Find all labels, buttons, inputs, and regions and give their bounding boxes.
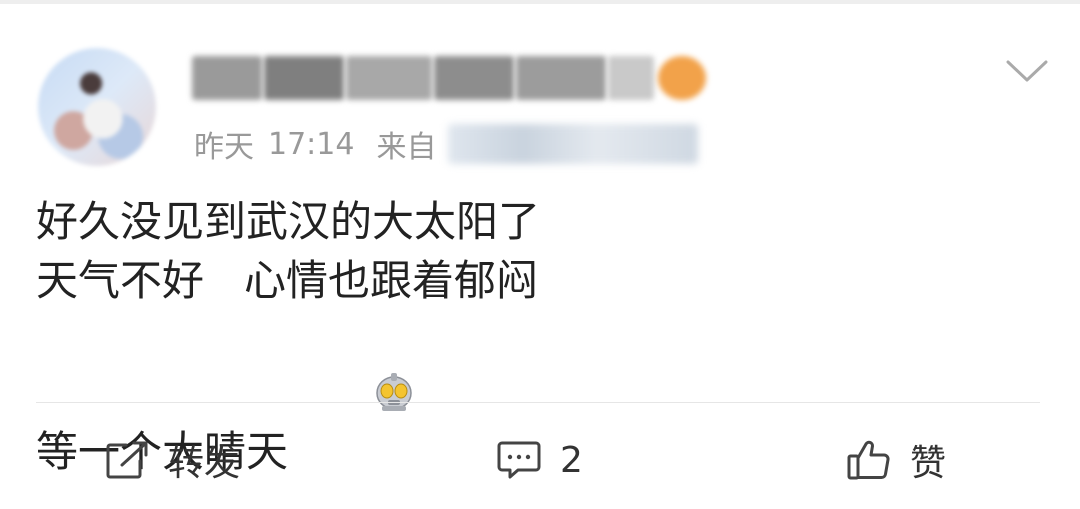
post-source-prefix: 来自	[376, 130, 437, 165]
post-meta: 昨天 17:14 来自	[194, 122, 436, 166]
comment-count: 2	[560, 439, 583, 481]
comment-button[interactable]: 2	[496, 432, 583, 488]
repost-label: 转发	[168, 443, 241, 484]
username[interactable]: ████████████	[192, 56, 712, 100]
post-source-obscured[interactable]	[448, 124, 698, 164]
username-blur-block	[516, 56, 606, 100]
robot-emoji-icon	[292, 310, 412, 411]
post-text-line: 天气不好 心情也跟着郁闷	[36, 256, 539, 305]
username-blur-block	[658, 56, 706, 100]
post-text-line: 好久没见到武汉的大太阳了	[36, 197, 541, 246]
post-time: 17:14	[268, 126, 355, 162]
avatar[interactable]	[38, 48, 156, 166]
post-text: 好久没见到武汉的大太阳了 天气不好 心情也跟着郁闷 等一个大晴天	[36, 192, 936, 476]
like-button[interactable]: 赞	[846, 432, 946, 488]
username-blur-block	[608, 56, 654, 100]
like-label: 赞	[910, 443, 947, 484]
username-blur-block	[264, 56, 344, 100]
repost-icon	[104, 439, 150, 481]
username-blur-block	[434, 56, 514, 100]
thumbs-up-icon	[846, 438, 892, 482]
comment-icon	[496, 439, 542, 481]
post-text-line-with-emoji: 等一个大晴天	[36, 310, 936, 476]
username-blur-block	[346, 56, 432, 100]
post-date: 昨天	[194, 130, 254, 165]
username-blur-block	[192, 56, 262, 100]
chevron-down-icon[interactable]	[1004, 56, 1050, 86]
divider	[36, 402, 1040, 403]
repost-button[interactable]: 转发	[104, 432, 240, 488]
